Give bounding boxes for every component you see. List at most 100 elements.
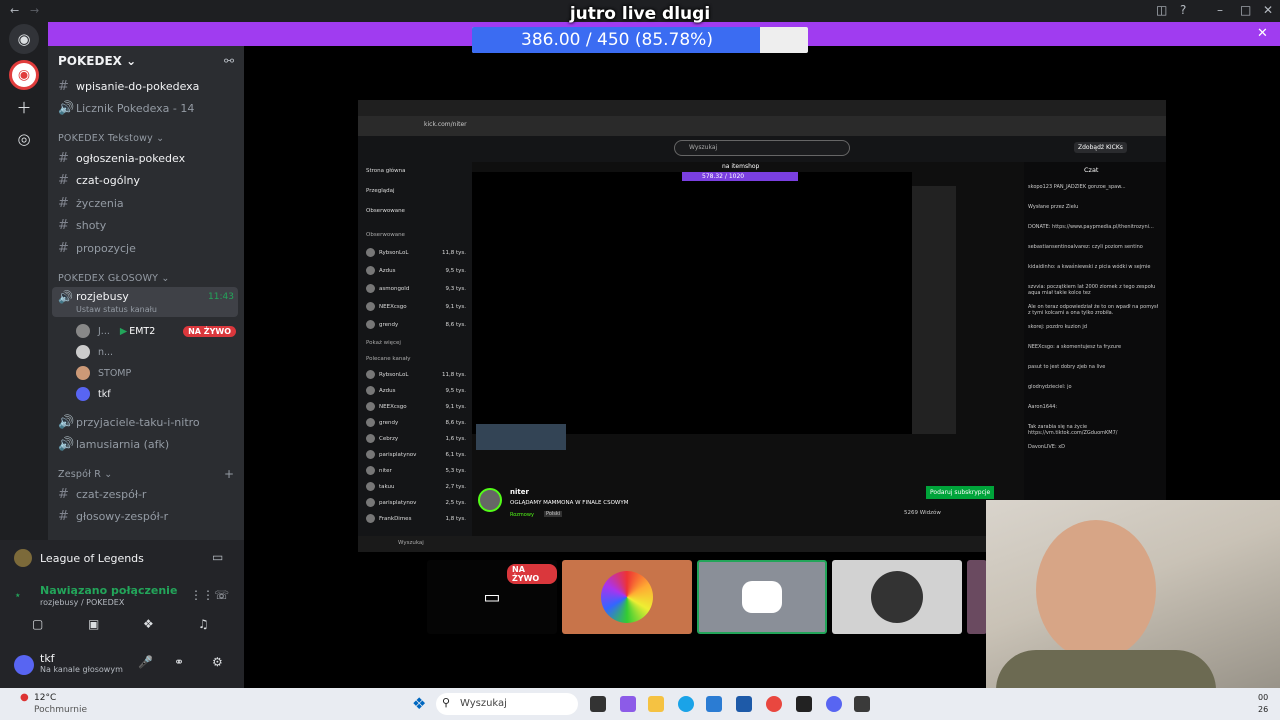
mail-icon[interactable]: [706, 696, 722, 712]
browser-tabs[interactable]: [358, 100, 1166, 116]
kick-channel-item[interactable]: asmongold 9,3 tys.: [366, 284, 466, 293]
chat-message: Aaron1644:: [1028, 404, 1058, 410]
activity-settings-icon[interactable]: ▭: [212, 550, 223, 564]
user-status: Na kanale głosowym: [40, 665, 123, 674]
channel-lamusiarnia[interactable]: 🔊 lamusiarnia (afk): [58, 434, 238, 454]
channel-licznik[interactable]: 🔊 Licznik Pokedexa - 14: [58, 98, 238, 118]
kick-channel-item[interactable]: parisplatynov 6,1 tys.: [366, 450, 466, 459]
player-progress-bar: 578.32 / 1020: [682, 172, 798, 181]
app-icon[interactable]: [796, 696, 812, 712]
nav-browse[interactable]: Przeglądaj: [366, 188, 466, 194]
kick-channel-item[interactable]: grendy 8,6 tys.: [366, 418, 466, 427]
participant-tile-partial[interactable]: [967, 560, 987, 634]
weather-temp[interactable]: 12°C: [34, 693, 56, 703]
get-kicks-button[interactable]: Zdobądź KICKs: [1074, 142, 1127, 153]
kick-channel-item[interactable]: niter 5,3 tys.: [366, 466, 466, 475]
nav-following[interactable]: Obserwowane: [366, 208, 466, 214]
screen-share-icon[interactable]: ▣: [88, 617, 99, 631]
voice-user-tkf[interactable]: tkf: [76, 384, 111, 404]
activities-icon[interactable]: ❖: [143, 617, 154, 631]
participant-tile-speaking[interactable]: [697, 560, 827, 634]
obs-icon[interactable]: [854, 696, 870, 712]
kick-channel-item[interactable]: RybsonLoL 11,8 tys.: [366, 370, 466, 379]
kick-channel-item[interactable]: takuu 2,7 tys.: [366, 482, 466, 491]
voice-user-j[interactable]: J... ▶ EMT2 NA ŻYWO: [76, 321, 236, 341]
user-panel: League of Legends ▭ ⋆ Nawiązano połączen…: [0, 540, 244, 688]
channel-wpisanie[interactable]: # wpisanie-do-pokedexa: [58, 76, 238, 96]
channel-shoty[interactable]: # shoty: [58, 215, 238, 235]
weather-icon[interactable]: ●: [20, 692, 29, 703]
discover-icon[interactable]: ◎: [9, 124, 39, 154]
store-icon[interactable]: [736, 696, 752, 712]
voice-user-stomp[interactable]: STOMP: [76, 363, 131, 383]
channel-zyczenia[interactable]: # życzenia: [58, 193, 238, 213]
close-banner-icon[interactable]: ✕: [1257, 26, 1268, 41]
edge-icon[interactable]: [678, 696, 694, 712]
gear-icon[interactable]: ⚙: [212, 655, 223, 669]
video-player[interactable]: na itemshop 578.32 / 1020: [472, 163, 956, 450]
channel-propozycje[interactable]: # propozycje: [58, 238, 238, 258]
kick-channel-item[interactable]: Azdus 9,5 tys.: [366, 266, 466, 275]
participant-tile[interactable]: [562, 560, 692, 634]
nav-home[interactable]: Strona główna: [366, 168, 466, 174]
kick-search[interactable]: Wyszukaj: [674, 140, 850, 156]
channel-przyjaciele[interactable]: 🔊 przyjaciele-taku-i-nitro: [58, 412, 238, 432]
avatar: [366, 284, 375, 293]
voice-channel-rozjebusy[interactable]: 🔊 rozjebusy 11:43 Ustaw status kanału: [52, 287, 238, 317]
channel-czat-ogolny[interactable]: # czat-ogólny: [58, 170, 238, 190]
voice-channel-status[interactable]: Ustaw status kanału: [76, 305, 157, 314]
gift-sub-button[interactable]: Podaruj subskrypcje: [926, 486, 995, 499]
connection-status[interactable]: Nawiązano połączenie: [40, 584, 177, 597]
add-server-icon[interactable]: ＋: [9, 92, 39, 122]
disconnect-icon[interactable]: ☏: [214, 588, 229, 602]
file-explorer-icon[interactable]: [648, 696, 664, 712]
mic-icon[interactable]: 🎤: [138, 655, 153, 669]
category-tekstowy[interactable]: POKEDEX Tekstowy ⌄: [58, 133, 164, 144]
channel-czat-zespol[interactable]: # czat-zespół-r: [58, 484, 238, 504]
stream-category[interactable]: Rozmowy: [510, 512, 534, 518]
streamer-avatar[interactable]: [478, 488, 502, 512]
participant-tile[interactable]: [832, 560, 962, 634]
screen-share-tile[interactable]: NA ŻYWO ▭: [427, 560, 557, 634]
kick-channel-item[interactable]: RybsonLoL 11,8 tys.: [366, 248, 466, 257]
player-ad-strip: [476, 424, 566, 450]
streamer-name[interactable]: niter: [510, 488, 529, 496]
channel-glosowy-zespol[interactable]: # głosowy-zespół-r: [58, 506, 238, 526]
kick-channel-item[interactable]: FrankDimes 1,8 tys.: [366, 514, 466, 523]
discord-icon[interactable]: [826, 696, 842, 712]
kick-channel-item[interactable]: grendy 8,6 tys.: [366, 320, 466, 329]
kick-channel-item[interactable]: NEEXcsgo 9,1 tys.: [366, 302, 466, 311]
kick-channel-item[interactable]: parisplatynov 2,5 tys.: [366, 498, 466, 507]
voice-user-n[interactable]: n...: [76, 342, 113, 362]
start-icon[interactable]: ❖: [412, 694, 426, 713]
league-icon: [14, 549, 32, 567]
kick-channel-item[interactable]: Cebrzy 1,6 tys.: [366, 434, 466, 443]
invite-icon[interactable]: ⚯: [224, 54, 234, 68]
add-channel-icon[interactable]: +: [224, 467, 234, 481]
show-more[interactable]: Pokaż więcej: [366, 340, 466, 346]
player-side-thumbnails: [912, 186, 956, 434]
address-bar[interactable]: kick.com/niter: [358, 116, 1166, 136]
task-view-icon[interactable]: [590, 696, 606, 712]
copilot-icon[interactable]: [620, 696, 636, 712]
search-box[interactable]: ⚲ Wyszukaj: [436, 693, 578, 715]
channel-ogloszenia[interactable]: # ogłoszenia-pokedex: [58, 148, 238, 168]
kick-chat: Czat skopo123 PAN_JADZIEK gonzoe_spaw...…: [1024, 162, 1166, 542]
category-glosowy[interactable]: POKEDEX GŁOSOWY ⌄: [58, 273, 170, 284]
chrome-icon[interactable]: [766, 696, 782, 712]
kick-channel-item[interactable]: Azdus 9,5 tys.: [366, 386, 466, 395]
discord-home-icon[interactable]: ◉: [9, 24, 39, 54]
category-zespol[interactable]: Zespół R ⌄: [58, 469, 112, 480]
soundboard-icon[interactable]: ♫: [198, 617, 209, 631]
user-name[interactable]: tkf: [40, 652, 55, 665]
discord-logo-icon: [742, 581, 782, 613]
pokedex-server-icon[interactable]: ◉: [9, 60, 39, 90]
kick-channel-name: niter: [379, 467, 392, 474]
server-name[interactable]: POKEDEX ⌄: [58, 54, 136, 68]
avatar[interactable]: [14, 655, 34, 675]
video-off-icon[interactable]: ▢: [32, 617, 43, 631]
noise-icon[interactable]: ⋮⋮: [190, 588, 214, 602]
kick-header: KICK Wyszukaj Zdobądź KICKs: [358, 136, 1166, 162]
headphones-icon[interactable]: ⚭: [174, 655, 184, 669]
kick-channel-item[interactable]: NEEXcsgo 9,1 tys.: [366, 402, 466, 411]
